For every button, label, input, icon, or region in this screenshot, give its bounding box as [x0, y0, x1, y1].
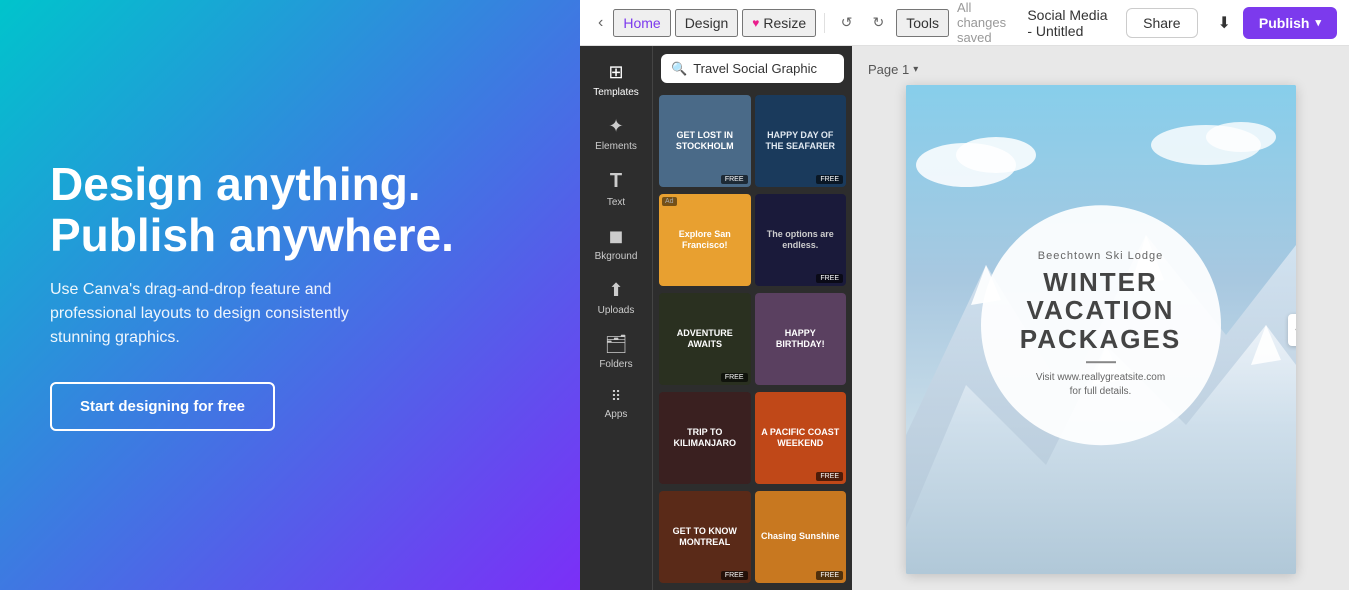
start-designing-button[interactable]: Start designing for free: [50, 382, 275, 431]
template-card[interactable]: A PACIFIC COAST WEEKEND FREE: [755, 392, 847, 484]
sidebar-item-templates[interactable]: ⊞ Templates: [584, 54, 648, 106]
canvas-card[interactable]: Beechtown Ski Lodge WINTER VACATION PACK…: [906, 85, 1296, 574]
canvas-lodge-name: Beechtown Ski Lodge: [1038, 250, 1163, 262]
publish-chevron-icon: ▾: [1315, 16, 1321, 29]
sidebar-item-background[interactable]: ◼ Bkground: [584, 218, 648, 270]
free-badge: FREE: [816, 571, 843, 580]
free-badge: FREE: [816, 175, 843, 184]
sidebar-background-label: Bkground: [595, 251, 638, 262]
hero-title: Design anything. Publish anywhere.: [50, 159, 530, 260]
hero-subtitle: Use Canva's drag-and-drop feature and pr…: [50, 278, 410, 350]
free-badge: FREE: [721, 571, 748, 580]
sidebar-templates-label: Templates: [593, 87, 639, 98]
sidebar-uploads-label: Uploads: [598, 305, 635, 316]
editor-section: ‹ Home Design ♥ Resize ↺ ↻ Tools All cha…: [580, 0, 1349, 590]
sidebar-item-text[interactable]: T Text: [584, 162, 648, 216]
hero-section: Design anything. Publish anywhere. Use C…: [0, 0, 580, 590]
sidebar-apps-label: Apps: [605, 409, 628, 420]
canvas-divider: [1086, 362, 1116, 364]
canvas-circle: Beechtown Ski Lodge WINTER VACATION PACK…: [981, 205, 1221, 445]
search-icon: 🔍: [671, 61, 687, 77]
free-badge: FREE: [721, 373, 748, 382]
resize-heart-icon: ♥: [752, 16, 759, 30]
sidebar-item-elements[interactable]: ✦ Elements: [584, 108, 648, 160]
sidebar-text-label: Text: [607, 197, 625, 208]
template-card[interactable]: The options are endless. FREE: [755, 194, 847, 286]
sidebar: ⊞ Templates ✦ Elements T Text ◼ Bkground…: [580, 46, 652, 590]
home-button[interactable]: Home: [613, 9, 670, 37]
template-card[interactable]: GET LOST IN STOCKHOLM FREE: [659, 95, 751, 187]
template-card[interactable]: GET TO KNOW MONTREAL FREE: [659, 491, 751, 583]
design-button[interactable]: Design: [675, 9, 739, 37]
template-card[interactable]: Explore San Francisco! Ad: [659, 194, 751, 286]
tools-button[interactable]: Tools: [896, 9, 949, 37]
back-button[interactable]: ‹: [592, 10, 609, 36]
page-chevron-icon: ▾: [913, 64, 918, 75]
sidebar-folders-label: Folders: [599, 359, 632, 370]
template-card[interactable]: TRIP TO KILIMANJARO: [659, 392, 751, 484]
text-icon: T: [610, 170, 622, 193]
download-button[interactable]: ⬇: [1210, 9, 1239, 37]
apps-icon: ⠿: [611, 388, 621, 405]
save-status: All changes saved: [957, 0, 1019, 45]
sidebar-item-folders[interactable]: 🗂 Folders: [584, 326, 648, 378]
templates-panel: 🔍 ✕ GET LOST IN STOCKHOLM FREE HAPPY DAY…: [652, 46, 852, 590]
free-badge: FREE: [721, 175, 748, 184]
canvas-main-title: WINTER VACATION PACKAGES: [1020, 268, 1181, 354]
redo-button[interactable]: ↻: [865, 10, 893, 35]
sidebar-item-apps[interactable]: ⠿ Apps: [584, 380, 648, 428]
editor-body: ⊞ Templates ✦ Elements T Text ◼ Bkground…: [580, 46, 1349, 590]
undo-button[interactable]: ↺: [833, 10, 861, 35]
folders-icon: 🗂: [605, 334, 628, 355]
publish-button[interactable]: Publish ▾: [1243, 7, 1337, 39]
templates-icon: ⊞: [608, 62, 623, 83]
templates-grid: GET LOST IN STOCKHOLM FREE HAPPY DAY OF …: [653, 91, 852, 590]
toolbar-separator: [824, 13, 825, 33]
free-badge: FREE: [816, 274, 843, 283]
template-card[interactable]: ADVENTURE AWAITS FREE: [659, 293, 751, 385]
elements-icon: ✦: [608, 116, 623, 137]
template-card[interactable]: Chasing Sunshine FREE: [755, 491, 847, 583]
page-label: Page 1 ▾: [868, 62, 918, 77]
collapse-panel-button[interactable]: ‹: [1288, 314, 1296, 346]
document-name: Social Media - Untitled: [1027, 7, 1110, 39]
background-icon: ◼: [609, 226, 624, 247]
sidebar-elements-label: Elements: [595, 141, 637, 152]
share-button[interactable]: Share: [1126, 8, 1197, 38]
template-card[interactable]: HAPPY BIRTHDAY!: [755, 293, 847, 385]
resize-button[interactable]: ♥ Resize: [742, 9, 816, 37]
template-card[interactable]: HAPPY DAY OF THE SEAFARER FREE: [755, 95, 847, 187]
canvas-subtitle: Visit www.reallygreatsite.comfor full de…: [1036, 372, 1165, 400]
sidebar-item-uploads[interactable]: ⬆ Uploads: [584, 272, 648, 324]
free-badge: FREE: [816, 472, 843, 481]
uploads-icon: ⬆: [608, 280, 623, 301]
editor-toolbar: ‹ Home Design ♥ Resize ↺ ↻ Tools All cha…: [580, 0, 1349, 46]
search-input[interactable]: [693, 61, 852, 76]
ad-badge: Ad: [662, 197, 677, 206]
search-bar: 🔍 ✕: [661, 54, 844, 83]
canvas-area: Page 1 ▾: [852, 46, 1349, 590]
